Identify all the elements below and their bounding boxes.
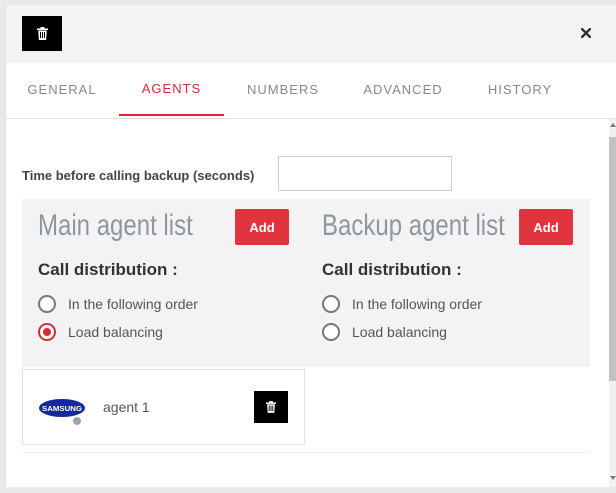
samsung-logo-text: SAMSUNG xyxy=(42,404,82,413)
main-add-button[interactable]: Add xyxy=(235,209,289,245)
option-label: Load balancing xyxy=(68,324,163,340)
option-label: In the following order xyxy=(68,296,198,312)
backup-option-load-balancing[interactable]: Load balancing xyxy=(322,323,447,341)
delete-agent-button[interactable] xyxy=(254,391,288,423)
divider xyxy=(22,452,590,453)
close-icon xyxy=(581,28,591,38)
scroll-down-arrow-icon[interactable] xyxy=(609,474,616,482)
scroll-thumb[interactable] xyxy=(609,137,616,381)
backup-option-order[interactable]: In the following order xyxy=(322,295,482,313)
tab-history[interactable]: HISTORY xyxy=(464,63,576,116)
radio-unchecked[interactable] xyxy=(322,323,340,341)
agent-lists-section: Main agent list Add Call distribution : … xyxy=(22,199,590,367)
tab-general[interactable]: GENERAL xyxy=(6,63,118,116)
time-backup-input[interactable] xyxy=(278,156,452,191)
radio-unchecked[interactable] xyxy=(322,295,340,313)
main-list-title: Main agent list xyxy=(38,209,193,242)
trash-icon xyxy=(36,27,48,40)
tab-advanced[interactable]: ADVANCED xyxy=(342,63,464,116)
tab-numbers[interactable]: NUMBERS xyxy=(224,63,342,116)
option-label: Load balancing xyxy=(352,324,447,340)
main-distribution-label: Call distribution : xyxy=(38,260,178,279)
tab-bar: GENERAL AGENTS NUMBERS ADVANCED HISTORY xyxy=(6,63,616,119)
trash-icon xyxy=(266,401,276,413)
option-label: In the following order xyxy=(352,296,482,312)
delete-button[interactable] xyxy=(22,16,62,51)
main-option-load-balancing[interactable]: Load balancing xyxy=(38,323,163,341)
status-dot xyxy=(73,417,81,425)
dialog-panel: GENERAL AGENTS NUMBERS ADVANCED HISTORY … xyxy=(5,5,616,487)
scroll-up-arrow-icon[interactable] xyxy=(609,121,616,129)
close-button[interactable] xyxy=(578,25,594,41)
backup-list-title: Backup agent list xyxy=(322,209,505,242)
time-backup-label: Time before calling backup (seconds) xyxy=(22,168,255,183)
tab-agents[interactable]: AGENTS xyxy=(119,63,224,116)
backup-distribution-label: Call distribution : xyxy=(322,260,462,279)
main-option-order[interactable]: In the following order xyxy=(38,295,198,313)
agents-content: Time before calling backup (seconds) Mai… xyxy=(6,119,606,487)
backup-add-button[interactable]: Add xyxy=(519,209,573,245)
radio-checked[interactable] xyxy=(38,323,56,341)
samsung-logo: SAMSUNG xyxy=(39,399,85,417)
agent-name: agent 1 xyxy=(103,399,150,415)
scrollbar[interactable] xyxy=(609,119,616,487)
radio-unchecked[interactable] xyxy=(38,295,56,313)
agent-card: SAMSUNG agent 1 xyxy=(22,369,305,445)
dialog-header xyxy=(6,5,616,63)
